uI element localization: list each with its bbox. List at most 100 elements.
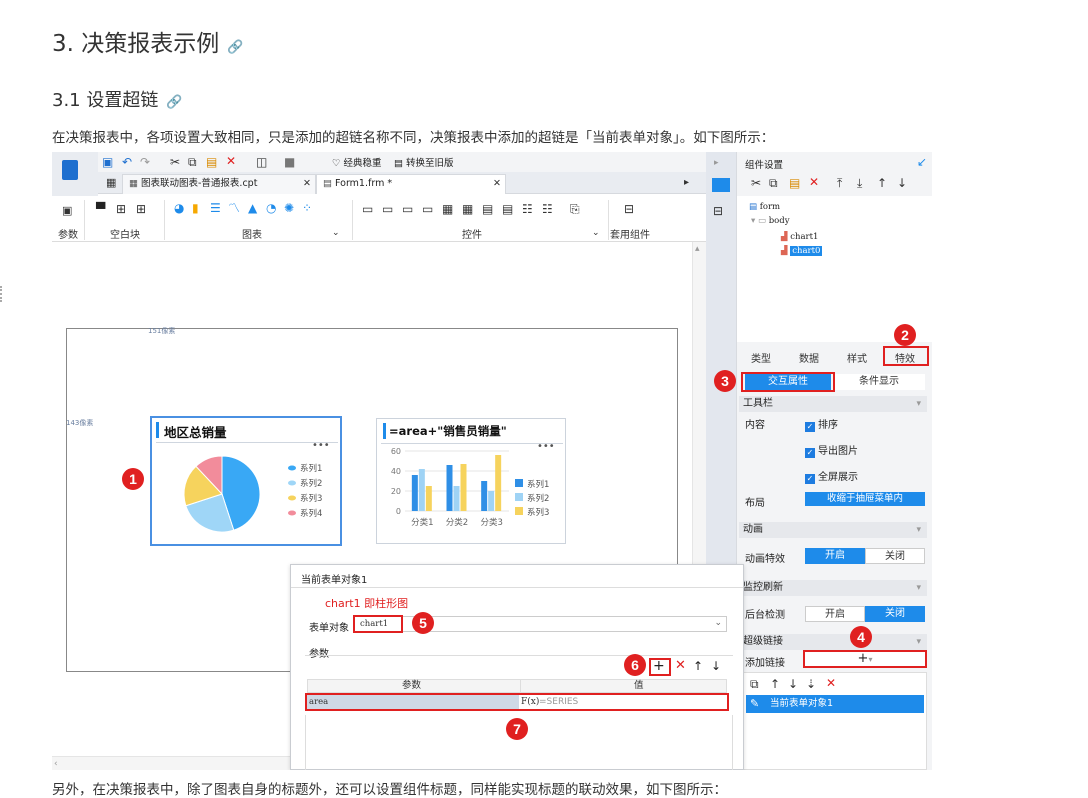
check-export[interactable]: ✓ 导出图片 — [805, 442, 858, 458]
move-down-icon[interactable]: ↓ — [788, 677, 798, 691]
cut-icon[interactable]: ✂ — [170, 155, 180, 169]
tab-frm[interactable]: ▤ Form1.frm * ✕ — [316, 174, 506, 194]
checkbox-checked-icon[interactable]: ✓ — [805, 422, 815, 432]
widget-settings-tab-icon[interactable] — [712, 178, 730, 192]
scroll-up-icon[interactable]: ▴ — [695, 242, 700, 256]
app-menu-icon[interactable] — [62, 160, 78, 180]
widget-combo-icon[interactable]: ▭ — [422, 202, 433, 216]
move-top-icon[interactable]: ⤒ — [837, 176, 842, 190]
check-sort[interactable]: ✓ 排序 — [805, 416, 838, 432]
section-hyperlink[interactable]: 超级链接 — [739, 634, 927, 650]
form-object-select[interactable]: chart1 ⌄ — [353, 616, 727, 632]
switch-old-button[interactable]: ▤ 转换至旧版 — [394, 155, 454, 169]
move-up-icon[interactable]: ↑ — [770, 677, 780, 691]
checkbox-checked-icon[interactable]: ✓ — [805, 474, 815, 484]
line-chart-icon[interactable]: 〽 — [228, 201, 240, 215]
subtab-condition[interactable]: 条件显示 — [833, 374, 925, 390]
paste-icon[interactable]: ▤ — [206, 155, 217, 169]
checkbox-checked-icon[interactable]: ✓ — [805, 448, 815, 458]
cut-icon[interactable]: ✂ — [751, 176, 761, 190]
widget-grid-icon[interactable]: ▦ — [462, 202, 473, 216]
chart2-bar-widget[interactable]: =area+"销售员销量" ••• 0 20 40 60 分类1 分类2 分类3 系列1 系列2… — [376, 418, 566, 544]
paste-icon[interactable]: ▤ — [789, 176, 800, 190]
tree-node-chart0[interactable]: ▟ chart0 — [781, 246, 823, 256]
move-bottom-icon[interactable]: ⤓ — [857, 176, 862, 190]
chart1-pie-widget[interactable]: 地区总销量 ••• 系列1 系列2 系列3 系列4 — [150, 416, 342, 546]
animation-on-button[interactable]: 开启 — [805, 548, 865, 564]
tab-type[interactable]: 类型 — [751, 350, 771, 365]
move-down-icon[interactable]: ↓ — [897, 176, 907, 190]
widget-library-tab-icon[interactable]: ⊟ — [713, 204, 723, 218]
widget-textbox-icon[interactable]: ▭ — [362, 202, 373, 216]
undo-icon[interactable]: ↶ — [122, 155, 132, 169]
delete-icon[interactable]: ✕ — [226, 154, 236, 168]
redo-icon[interactable]: ↷ — [140, 155, 150, 169]
scatter-chart-icon[interactable]: ⁘ — [302, 201, 312, 215]
widget-num-icon[interactable]: ▤ — [482, 202, 493, 216]
move-up-icon[interactable]: ↑ — [877, 176, 887, 190]
gauge-chart-icon[interactable]: ◔ — [266, 201, 276, 215]
tab-style[interactable]: 样式 — [847, 350, 867, 365]
monitor-off-button[interactable]: 关闭 — [865, 606, 925, 622]
widget-file-icon[interactable]: ⎘ — [570, 202, 580, 216]
tree-node-form[interactable]: ▤ form — [749, 202, 780, 212]
layout-select[interactable]: 收缩于抽屉菜单内 — [805, 492, 925, 506]
grid-icon[interactable]: ▦ — [106, 176, 116, 190]
close-tab-icon[interactable]: ✕ — [303, 175, 311, 193]
anchor-link-icon[interactable]: 🔗 — [227, 40, 243, 55]
section-toolbar[interactable]: 工具栏 — [739, 396, 927, 412]
preview-icon[interactable]: ◫ — [256, 155, 267, 169]
sort-icon[interactable]: ⇣ — [806, 677, 816, 691]
style-icon[interactable]: ■ — [284, 155, 295, 169]
chart-more-icon[interactable]: ⌄ — [332, 226, 340, 240]
tree-node-body[interactable]: ▾ ▭ body — [751, 216, 790, 226]
monitor-on-button[interactable]: 开启 — [805, 606, 865, 622]
hbar-chart-icon[interactable]: ☰ — [210, 201, 221, 215]
copy-icon[interactable]: ⧉ — [188, 155, 197, 169]
classic-theme-button[interactable]: ♡ 经典稳重 — [332, 155, 382, 169]
widget-date-icon[interactable]: ▦ — [442, 202, 453, 216]
animation-off-button[interactable]: 关闭 — [865, 548, 925, 564]
check-fullscreen[interactable]: ✓ 全屏展示 — [805, 468, 858, 484]
reuse-widget-icon[interactable]: ⊟ — [624, 202, 634, 216]
pie-chart-icon[interactable]: ◕ — [174, 201, 184, 215]
tab-data[interactable]: 数据 — [799, 350, 819, 365]
chevron-down-icon[interactable]: ⌄ — [714, 618, 722, 628]
tab-block-icon[interactable]: ⊞ — [116, 202, 126, 216]
copy-icon[interactable]: ⧉ — [750, 677, 759, 691]
link-item-current-form[interactable]: ✎ 当前表单对象1 — [746, 695, 924, 713]
widget-text-icon[interactable]: ▤ — [502, 202, 513, 216]
section-monitor[interactable]: 监控刷新 — [739, 580, 927, 596]
collapse-arrow-icon[interactable]: ▸ — [714, 156, 719, 170]
widget-number-icon[interactable]: ▭ — [382, 202, 393, 216]
absolute-block-icon[interactable]: ⊞ — [136, 202, 146, 216]
widget-check-icon[interactable]: ☷ — [542, 202, 553, 216]
delete-icon[interactable]: ✕ — [809, 175, 819, 189]
close-tab-icon[interactable]: ✕ — [493, 175, 501, 193]
pin-icon[interactable]: ↙ — [917, 155, 927, 169]
delete-icon[interactable]: ✕ — [826, 676, 836, 690]
tab-list-icon[interactable]: ▸ — [684, 176, 689, 190]
anchor-link-icon[interactable]: 🔗 — [166, 95, 182, 110]
side-grip-icon[interactable] — [0, 286, 4, 302]
edit-pencil-icon[interactable]: ✎ — [750, 695, 759, 713]
widget-more-icon[interactable]: ⌄ — [592, 226, 600, 240]
param-pane-icon[interactable]: ▣ — [62, 204, 72, 218]
move-up-icon[interactable]: ↑ — [693, 659, 703, 673]
blank-block-icon[interactable]: ▀ — [96, 202, 105, 216]
widget-radio-icon[interactable]: ☷ — [522, 202, 533, 216]
section-heading-text: 3. 决策报表示例 — [52, 31, 220, 57]
copy-icon[interactable]: ⧉ — [769, 176, 778, 190]
radar-chart-icon[interactable]: ✺ — [284, 201, 294, 215]
legend-label: 系列3 — [527, 507, 549, 518]
tree-node-chart1[interactable]: ▟ chart1 — [781, 232, 818, 242]
save-icon[interactable]: ▣ — [102, 155, 113, 169]
delete-param-icon[interactable]: ✕ — [675, 659, 686, 673]
tab-cpt[interactable]: ▦ 图表联动图表-普通报表.cpt ✕ — [122, 174, 316, 194]
section-animation[interactable]: 动画 — [739, 522, 927, 538]
move-down-icon[interactable]: ↓ — [711, 659, 721, 673]
area-chart-icon[interactable]: ▲ — [248, 201, 257, 215]
scroll-left-icon[interactable]: ‹ — [54, 757, 58, 770]
bar-chart-icon[interactable]: ▮ — [192, 201, 199, 215]
widget-password-icon[interactable]: ▭ — [402, 202, 413, 216]
